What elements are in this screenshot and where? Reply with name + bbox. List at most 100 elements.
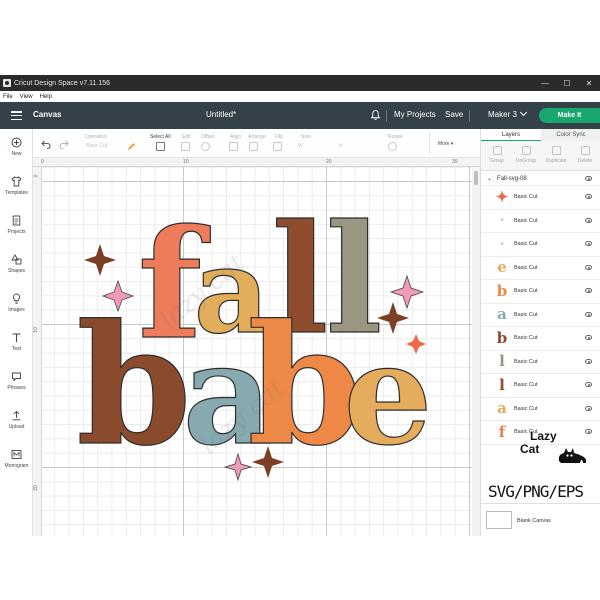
layer-row[interactable]: ✦ Basic Cut — [481, 186, 600, 210]
menu-bar: File View Help — [0, 91, 600, 102]
layer-row[interactable]: l Basic Cut — [481, 351, 600, 374]
operation-select[interactable]: Basic Cut — [86, 143, 107, 149]
tab-color-sync[interactable]: Color Sync — [541, 129, 600, 141]
align-button[interactable] — [229, 142, 238, 151]
layer-thumbnail: · — [499, 234, 505, 253]
blank-canvas-swatch[interactable] — [486, 511, 512, 529]
flip-button[interactable] — [273, 142, 282, 151]
maximize-button[interactable]: ☐ — [556, 75, 578, 91]
tab-layers[interactable]: Layers — [481, 129, 541, 141]
eye-icon[interactable] — [585, 241, 592, 246]
eye-icon[interactable] — [585, 217, 592, 223]
canvas-scrollbar[interactable] — [472, 167, 480, 536]
make-it-button[interactable]: Make It — [539, 108, 600, 123]
flip-label: Flip — [275, 134, 284, 140]
layer-row[interactable]: · Basic Cut — [481, 233, 600, 257]
tool-monogram[interactable]: Monogram — [0, 441, 33, 477]
eye-icon[interactable] — [585, 264, 592, 270]
pen-icon[interactable] — [127, 142, 136, 151]
tool-label: New — [11, 151, 22, 157]
tool-new[interactable]: New — [0, 129, 33, 165]
layer-group-name: Fall-svg-08 — [497, 175, 527, 182]
eye-icon[interactable] — [585, 382, 592, 387]
product-formats: SVG/PNG/EPS — [488, 482, 584, 501]
save-button[interactable]: Save — [445, 110, 463, 119]
menu-file[interactable]: File — [3, 94, 13, 100]
minimize-button[interactable]: — — [534, 75, 556, 91]
tool-label: Shapes — [8, 268, 25, 274]
canvas-artwork[interactable]: f a l l b a b e lazy cat lazy cat — [42, 167, 472, 536]
layer-thumbnail: b — [496, 328, 508, 347]
tool-text[interactable]: Text — [0, 324, 33, 360]
brand-line-1: Lazy — [530, 429, 557, 443]
layer-row[interactable]: b Basic Cut — [481, 280, 600, 304]
sparkle-dark[interactable] — [84, 244, 116, 276]
layer-row[interactable]: b Basic Cut — [481, 327, 600, 351]
delete-button[interactable]: Delete — [571, 146, 599, 164]
menu-view[interactable]: View — [20, 94, 33, 100]
eye-icon[interactable] — [585, 311, 592, 317]
eye-icon[interactable] — [585, 176, 592, 181]
eye-icon[interactable] — [585, 194, 592, 199]
size-label: Size — [301, 134, 311, 140]
eye-icon[interactable] — [585, 358, 592, 364]
arrange-button[interactable] — [249, 142, 258, 151]
menu-help[interactable]: Help — [40, 94, 52, 100]
layer-row[interactable]: a Basic Cut — [481, 398, 600, 421]
ungroup-button[interactable]: UnGroup — [512, 146, 540, 164]
eye-icon[interactable] — [585, 405, 592, 411]
width-field[interactable]: W — [298, 143, 303, 149]
duplicate-button[interactable]: Duplicate — [542, 146, 570, 164]
blank-canvas-label: Blank Canvas — [517, 518, 551, 524]
ruler-label: 30 — [452, 159, 458, 165]
fall-babe-design[interactable]: f a l l b a b e — [42, 167, 472, 536]
layer-group-row[interactable]: ⌄ Fall-svg-08 — [481, 172, 600, 186]
group-icon — [492, 146, 502, 155]
layer-actions: Group UnGroup Duplicate Delete — [481, 141, 600, 171]
layer-row[interactable]: · Basic Cut — [481, 210, 600, 233]
select-all-button[interactable] — [156, 142, 165, 151]
blank-canvas-row[interactable]: Blank Canvas — [481, 503, 600, 536]
close-button[interactable]: ✕ — [578, 75, 600, 91]
left-toolbar: New Templates Projects Shapes Images Tex… — [0, 129, 33, 536]
ruler-label: 10 — [183, 159, 189, 165]
layer-row[interactable]: l Basic Cut — [481, 374, 600, 398]
layer-row[interactable]: a Basic Cut — [481, 304, 600, 327]
window-title: Cricut Design Space v7.11.156 — [14, 79, 110, 87]
height-field[interactable]: H — [339, 143, 343, 149]
layer-thumbnail: l — [499, 375, 505, 394]
text-icon — [12, 333, 21, 342]
tool-templates[interactable]: Templates — [0, 168, 33, 204]
hamburger-menu-icon[interactable] — [11, 111, 22, 120]
edit-toolbar: Operation Basic Cut Select All Edit Offs… — [33, 129, 480, 158]
operation-label: Operation — [85, 134, 107, 140]
chevron-down-icon[interactable]: ⌄ — [487, 175, 492, 182]
tool-images[interactable]: Images — [0, 285, 33, 321]
bell-icon[interactable] — [370, 109, 381, 121]
tool-phrases[interactable]: Phrases — [0, 363, 33, 399]
letter-e[interactable]: e — [343, 312, 433, 477]
group-button[interactable]: Group — [483, 146, 511, 164]
duplicate-icon — [551, 146, 561, 155]
document-title[interactable]: Untitled* — [206, 110, 236, 119]
rotate-field[interactable] — [388, 142, 397, 151]
tool-shapes[interactable]: Shapes — [0, 246, 33, 282]
undo-icon[interactable] — [41, 140, 51, 149]
layer-row[interactable]: e Basic Cut — [481, 257, 600, 280]
nav-section-title: Canvas — [33, 110, 62, 119]
edit-button[interactable] — [181, 142, 190, 151]
speech-icon — [12, 372, 21, 382]
brand-line-2: Cat — [520, 442, 540, 456]
eye-icon[interactable] — [585, 288, 592, 293]
tool-label: Monogram — [4, 463, 29, 469]
machine-selector[interactable]: Maker 3 — [488, 108, 527, 119]
eye-icon[interactable] — [585, 335, 592, 340]
sparkle-pink[interactable] — [389, 274, 425, 310]
offset-button[interactable] — [201, 142, 210, 151]
tool-label: Templates — [5, 190, 28, 196]
redo-icon[interactable] — [59, 140, 69, 149]
more-button[interactable]: More ▾ — [438, 141, 453, 147]
my-projects-link[interactable]: My Projects — [394, 110, 436, 119]
tool-upload[interactable]: Upload — [0, 402, 33, 438]
tool-projects[interactable]: Projects — [0, 207, 33, 243]
